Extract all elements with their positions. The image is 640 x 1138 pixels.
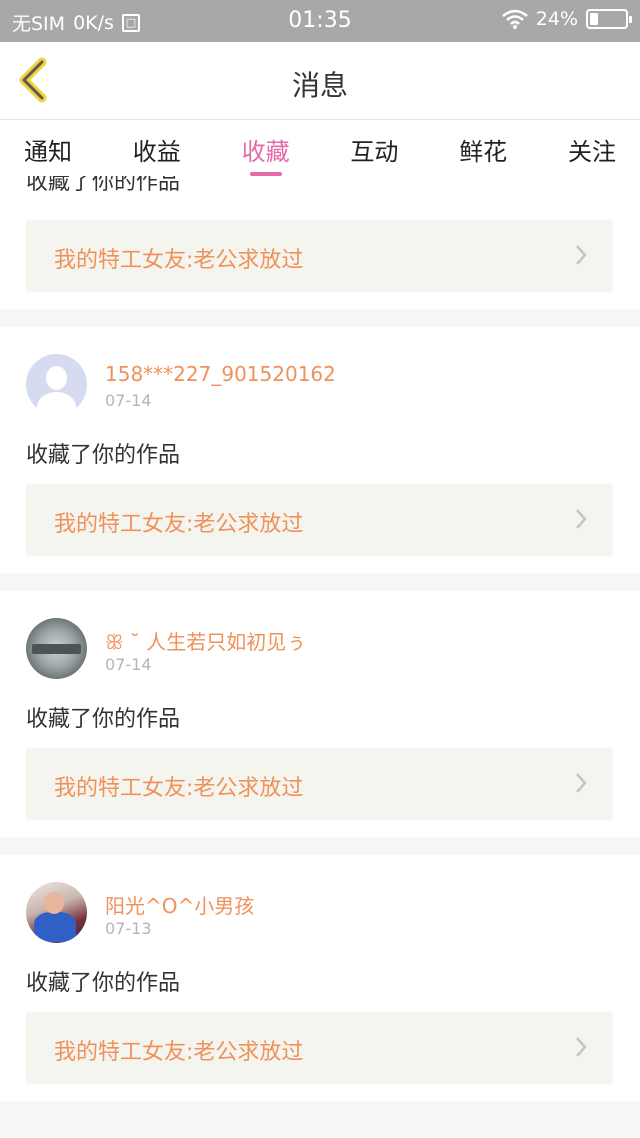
list-item: 158***227_901520162 07-14 收藏了你的作品 我的特工女友… — [0, 327, 640, 573]
chevron-right-icon — [576, 1037, 587, 1057]
username[interactable]: 158***227_901520162 — [105, 362, 336, 386]
username[interactable]: ꕥ ˘ 人生若只如初见ぅ — [105, 626, 306, 655]
chevron-right-icon — [576, 509, 587, 529]
username[interactable]: 阳光^O^小男孩 — [105, 890, 254, 919]
battery-fill — [590, 13, 598, 25]
chevron-right-icon — [576, 773, 587, 793]
message-text: 收藏了你的作品 — [26, 707, 181, 732]
status-bar: 无SIM 0K/s □ 01:35 24% — [0, 0, 640, 42]
message-list[interactable]: 收藏了你的作品 我的特工女友:老公求放过 158***227_901520162… — [0, 176, 640, 1138]
tab-bar: 通知 收益 收藏 互动 鲜花 关注 — [0, 120, 640, 176]
tab-flowers[interactable]: 鲜花 — [459, 120, 507, 176]
tab-earnings[interactable]: 收益 — [133, 120, 181, 176]
work-link[interactable]: 我的特工女友:老公求放过 — [26, 1012, 613, 1084]
work-title: 我的特工女友:老公求放过 — [54, 1040, 304, 1065]
avatar[interactable] — [26, 354, 87, 415]
avatar[interactable] — [26, 882, 87, 943]
nav-bar: 消息 — [0, 42, 640, 120]
work-link[interactable]: 我的特工女友:老公求放过 — [26, 484, 613, 556]
tab-following[interactable]: 关注 — [568, 120, 616, 176]
list-item: 收藏了你的作品 我的特工女友:老公求放过 — [0, 176, 640, 309]
list-item: ꕥ ˘ 人生若只如初见ぅ 07-14 收藏了你的作品 我的特工女友:老公求放过 — [0, 591, 640, 837]
work-link[interactable]: 我的特工女友:老公求放过 — [26, 748, 613, 820]
work-title: 我的特工女友:老公求放过 — [54, 512, 304, 537]
wifi-icon — [501, 9, 528, 29]
work-link[interactable]: 我的特工女友:老公求放过 — [26, 220, 613, 292]
message-text: 收藏了你的作品 — [26, 971, 181, 996]
date: 07-13 — [105, 919, 152, 938]
work-title: 我的特工女友:老公求放过 — [54, 248, 304, 273]
chevron-right-icon — [576, 245, 587, 265]
list-item: 阳光^O^小男孩 07-13 收藏了你的作品 我的特工女友:老公求放过 — [0, 855, 640, 1101]
tab-favorites[interactable]: 收藏 — [242, 120, 290, 176]
date: 07-14 — [105, 391, 152, 410]
avatar[interactable] — [26, 618, 87, 679]
tab-notifications[interactable]: 通知 — [24, 120, 72, 176]
page-title: 消息 — [291, 69, 348, 102]
work-title: 我的特工女友:老公求放过 — [54, 776, 304, 801]
battery-icon — [586, 9, 632, 29]
message-text: 收藏了你的作品 — [26, 176, 181, 195]
battery-percent: 24% — [535, 8, 578, 30]
status-right: 24% — [501, 8, 632, 30]
message-text: 收藏了你的作品 — [26, 443, 181, 468]
date: 07-14 — [105, 655, 152, 674]
tab-interactions[interactable]: 互动 — [350, 120, 398, 176]
